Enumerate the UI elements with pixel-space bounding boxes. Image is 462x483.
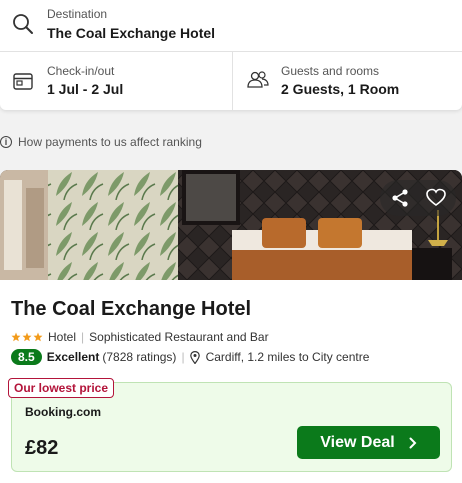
deal-price: £82 <box>25 437 59 459</box>
photo-actions <box>380 180 456 216</box>
view-deal-button[interactable]: View Deal <box>297 426 440 459</box>
hotel-type: Hotel <box>48 330 77 344</box>
destination-label: Destination <box>47 7 108 21</box>
ranking-note-text: How payments to us affect ranking <box>18 135 202 149</box>
calendar-icon <box>13 73 33 90</box>
destination-value: The Coal Exchange Hotel <box>47 25 216 41</box>
hotel-result-card[interactable]: The Coal Exchange Hotel Hotel | Sophisti… <box>0 170 462 483</box>
hotel-meta: Hotel | Sophisticated Restaurant and Bar <box>11 330 269 344</box>
divider: | <box>81 330 85 344</box>
checkin-value: 1 Jul - 2 Jul <box>47 81 124 97</box>
search-panel: Destination The Coal Exchange Hotel Chec… <box>0 0 462 110</box>
hotel-feature: Sophisticated Restaurant and Bar <box>89 330 269 344</box>
share-icon[interactable] <box>390 188 410 208</box>
checkin-label: Check-in/out <box>47 64 115 78</box>
lowest-price-badge: Our lowest price <box>8 378 115 398</box>
info-icon: i <box>0 136 12 148</box>
deal-provider: Booking.com <box>25 405 102 419</box>
guests-label: Guests and rooms <box>281 64 380 78</box>
search-icon <box>13 14 33 34</box>
dates-field[interactable]: Check-in/out 1 Jul - 2 Jul <box>0 52 233 110</box>
rating-row: 8.5 Excellent (7828 ratings) | Cardiff, … <box>11 348 369 366</box>
map-pin-icon <box>189 350 200 364</box>
view-deal-label: View Deal <box>320 433 395 451</box>
destination-field[interactable]: Destination The Coal Exchange Hotel <box>0 0 462 52</box>
rating-word: Excellent <box>46 350 100 364</box>
rating-count: (7828 ratings) <box>102 350 177 364</box>
guests-icon <box>247 71 269 88</box>
hotel-name[interactable]: The Coal Exchange Hotel <box>11 298 251 321</box>
rating-score-badge: 8.5 <box>11 349 42 365</box>
heart-icon[interactable] <box>426 188 446 208</box>
guests-value: 2 Guests, 1 Room <box>281 81 400 97</box>
guests-field[interactable]: Guests and rooms 2 Guests, 1 Room <box>233 52 462 110</box>
hotel-location: Cardiff, 1.2 miles to City centre <box>205 350 370 364</box>
star-rating <box>11 332 43 342</box>
ranking-disclosure-link[interactable]: i How payments to us affect ranking <box>0 134 202 150</box>
divider: | <box>181 350 185 364</box>
chevron-right-icon <box>409 437 417 448</box>
